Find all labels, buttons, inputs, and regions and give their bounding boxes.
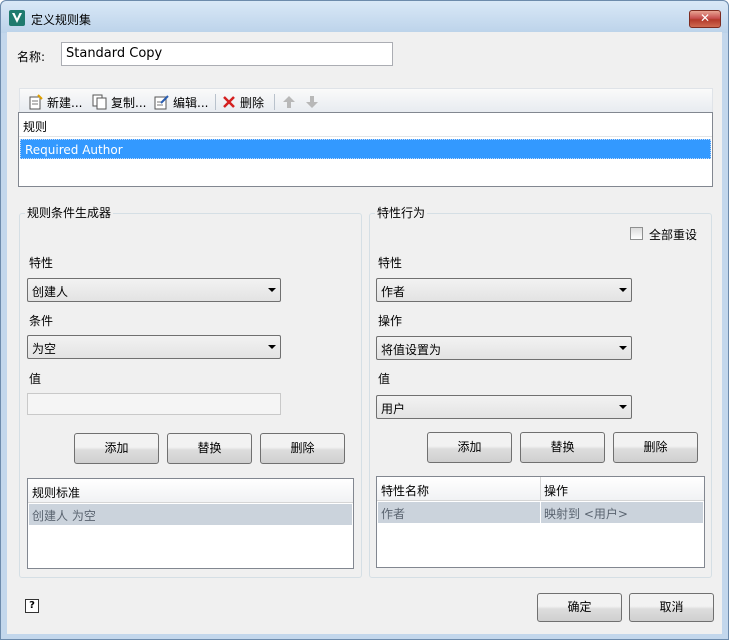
delete-x-icon [223,96,235,108]
close-icon: ✕ [699,11,711,25]
new-document-icon [29,94,43,110]
dialog-window: 定义规则集 ✕ 名称: Standard Copy 新建... 复制... 编辑… [0,0,729,640]
app-logo-icon [9,10,25,26]
pb-replace-button[interactable]: 替换 [520,432,605,463]
pb-property-value: 作者 [381,285,406,299]
rb-condition-label: 条件 [29,314,54,328]
rb-condition-dropdown[interactable]: 为空 [27,335,281,359]
edit-label: 编辑... [173,95,209,110]
property-name-cell: 作者 [381,507,406,521]
reset-all-label: 全部重设 [649,228,698,242]
toolbar-separator [215,94,216,110]
chevron-down-icon [619,405,627,409]
window-title: 定义规则集 [31,13,92,27]
arrow-down-icon [306,96,318,108]
reset-all-checkbox[interactable] [630,227,643,240]
new-button[interactable]: 新建... [28,92,82,112]
operation-cell: 映射到 <用户> [544,507,628,521]
ok-button[interactable]: 确定 [537,593,622,622]
dialog-body: 名称: Standard Copy 新建... 复制... 编辑... 删除 规… [7,32,722,634]
name-input[interactable]: Standard Copy [61,42,393,66]
rules-toolbar: 新建... 复制... 编辑... 删除 [19,88,713,114]
copy-label: 复制... [111,95,147,110]
rb-condition-value: 为空 [32,342,57,356]
pb-add-button[interactable]: 添加 [427,432,512,463]
title-bar[interactable]: 定义规则集 ✕ [1,1,728,33]
chevron-down-icon [619,288,627,292]
rb-property-label: 特性 [29,256,54,270]
name-label: 名称: [17,50,46,64]
rb-property-value: 创建人 [32,285,69,299]
copy-icon [92,94,107,110]
rb-property-dropdown[interactable]: 创建人 [27,278,281,302]
rb-value-input [27,393,281,415]
pb-value-dropdown[interactable]: 用户 [376,395,632,419]
new-label: 新建... [47,95,83,110]
pb-delete-button[interactable]: 删除 [613,432,698,463]
property-name-column-header: 特性名称 [381,484,430,498]
move-up-button[interactable] [281,92,300,112]
property-behavior-title: 特性行为 [375,204,428,221]
pb-value-label: 值 [378,372,391,386]
rb-replace-button[interactable]: 替换 [167,433,252,464]
operation-column-header: 操作 [544,484,569,498]
copy-button[interactable]: 复制... [92,92,146,112]
chevron-down-icon [268,345,276,349]
pb-operation-label: 操作 [378,314,403,328]
table-row[interactable]: 作者 映射到 <用户> [378,502,703,523]
pb-property-dropdown[interactable]: 作者 [376,278,632,302]
help-icon[interactable]: ? [25,599,39,613]
rb-add-button[interactable]: 添加 [74,433,159,464]
pb-property-label: 特性 [378,256,403,270]
close-button[interactable]: ✕ [689,10,721,28]
rules-list-item[interactable]: Required Author [20,139,711,159]
criteria-cell: 创建人 为空 [32,509,96,523]
behavior-table-header: 特性名称 操作 [377,477,704,501]
edit-icon [154,95,169,110]
chevron-down-icon [619,346,627,350]
criteria-column-header: 规则标准 [32,486,81,500]
behavior-table[interactable]: 特性名称 操作 作者 映射到 <用户> [376,476,705,568]
toolbar-separator [274,94,275,110]
rb-delete-button[interactable]: 删除 [260,433,345,464]
delete-button[interactable]: 删除 [221,92,264,112]
arrow-up-icon [283,96,295,108]
delete-label: 删除 [240,95,265,110]
chevron-down-icon [268,288,276,292]
rule-builder-title: 规则条件生成器 [25,204,114,221]
rb-value-label: 值 [29,372,42,386]
rules-list[interactable]: 规则 Required Author [18,112,713,187]
move-down-button[interactable] [304,92,323,112]
cancel-button[interactable]: 取消 [629,593,714,622]
pb-operation-value: 将值设置为 [381,343,442,357]
edit-button[interactable]: 编辑... [154,92,208,112]
criteria-table[interactable]: 规则标准 创建人 为空 [27,478,354,569]
criteria-table-header: 规则标准 [28,479,353,503]
pb-value-value: 用户 [381,402,406,416]
pb-operation-dropdown[interactable]: 将值设置为 [376,336,632,360]
table-row[interactable]: 创建人 为空 [29,504,352,525]
rules-list-header: 规则 [19,113,712,137]
